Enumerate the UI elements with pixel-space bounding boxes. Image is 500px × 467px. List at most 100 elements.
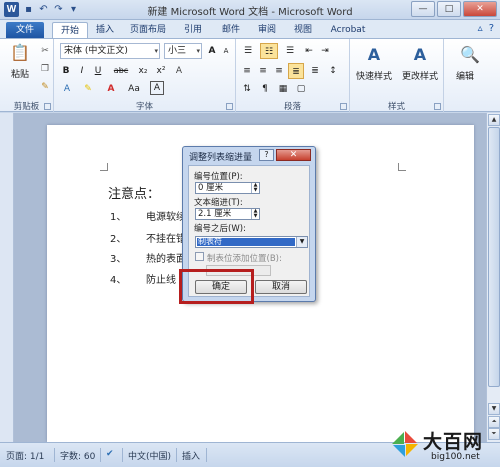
list-item-text: 防止线 — [146, 275, 176, 286]
tab-references[interactable]: 引用 — [178, 22, 208, 38]
scroll-down-icon[interactable]: ▼ — [488, 403, 500, 415]
change-case-button[interactable]: Aa — [126, 81, 142, 97]
crop-mark — [100, 163, 108, 171]
chevron-down-icon: ▾ — [154, 47, 158, 55]
close-button[interactable]: ✕ — [463, 1, 497, 17]
italic-button[interactable]: I — [76, 63, 88, 79]
cut-icon[interactable]: ✂ — [38, 43, 52, 59]
ribbon-controls: ▵ ? — [478, 23, 494, 34]
vertical-scrollbar[interactable]: ▲ ▼ ⏶ ⏷ — [486, 113, 500, 442]
multilevel-list-icon[interactable]: ☰ — [282, 43, 298, 59]
font-launcher-icon[interactable] — [226, 103, 233, 110]
minimize-ribbon-icon[interactable]: ▵ — [478, 23, 483, 34]
dialog-title: 调整列表缩进量 — [189, 153, 253, 163]
word-count[interactable]: 字数: 60 — [60, 449, 95, 462]
justify-icon[interactable]: ≣ — [288, 63, 304, 79]
superscript-button[interactable]: x² — [154, 63, 168, 79]
bold-button[interactable]: B — [60, 63, 72, 79]
font-name-value: 宋体 (中文正文) — [64, 46, 128, 56]
change-styles-button[interactable]: 更改样式 — [396, 69, 444, 85]
tab-file[interactable]: 文件 — [6, 22, 44, 38]
increase-indent-icon[interactable]: ⇥ — [318, 43, 332, 59]
chevron-down-icon[interactable]: ▼ — [296, 237, 307, 247]
tab-mailings[interactable]: 邮件 — [216, 22, 246, 38]
spin-arrows-icon[interactable]: ▲ ▼ — [251, 209, 259, 219]
follow-number-select[interactable]: 制表符 ▼ — [195, 236, 308, 248]
ok-button-highlight — [179, 269, 254, 304]
tab-insert[interactable]: 插入 — [90, 22, 120, 38]
ribbon-tabs: 文件 开始 插入 页面布局 引用 邮件 审阅 视图 Acrobat ▵ ? — [0, 20, 500, 38]
copy-icon[interactable]: ❐ — [38, 61, 52, 77]
language-indicator[interactable]: 中文(中国) — [128, 449, 171, 462]
scroll-thumb[interactable] — [488, 127, 500, 387]
tab-review[interactable]: 审阅 — [252, 22, 282, 38]
borders-icon[interactable]: ▢ — [294, 81, 308, 97]
tab-view[interactable]: 视图 — [288, 22, 318, 38]
find-icon[interactable]: 🔍 — [458, 43, 482, 67]
underline-button[interactable]: U — [92, 63, 104, 79]
minimize-button[interactable]: — — [411, 1, 435, 17]
bullets-icon[interactable]: ☰ — [240, 43, 256, 59]
align-left-icon[interactable]: ≡ — [240, 63, 254, 79]
paste-button[interactable]: 粘贴 — [4, 67, 36, 83]
format-painter-icon[interactable]: ✎ — [38, 79, 52, 95]
shrink-font-icon[interactable]: A — [220, 43, 232, 59]
divider — [54, 448, 55, 462]
change-styles-icon[interactable]: A — [408, 43, 432, 67]
char-border-button[interactable]: A — [150, 81, 164, 95]
highlight-icon[interactable]: ✎ — [80, 81, 96, 97]
dialog-help-button[interactable]: ? — [259, 149, 274, 161]
brand-logo-icon — [392, 431, 418, 457]
distribute-icon[interactable]: ≣ — [308, 63, 322, 79]
window-controls: — □ ✕ — [411, 1, 497, 17]
tab-acrobat[interactable]: Acrobat — [326, 22, 370, 38]
insert-mode-indicator[interactable]: 插入 — [182, 449, 200, 462]
dialog-close-button[interactable]: ✕ — [276, 149, 311, 161]
font-color-button[interactable]: A — [104, 81, 118, 97]
show-marks-icon[interactable]: ¶ — [258, 81, 272, 97]
text-indent-input[interactable]: 2.1 厘米 ▲ ▼ — [195, 208, 260, 220]
clipboard-launcher-icon[interactable] — [44, 103, 51, 110]
number-position-input[interactable]: 0 厘米 ▲ ▼ — [195, 182, 260, 194]
help-icon[interactable]: ? — [489, 23, 494, 34]
ribbon: 📋 粘贴 ✂ ❐ ✎ 剪贴板 宋体 (中文正文) ▾ 小三 ▾ A A B I … — [0, 38, 500, 113]
styles-launcher-icon[interactable] — [434, 103, 441, 110]
subscript-button[interactable]: x₂ — [136, 63, 150, 79]
numbering-icon[interactable]: ☷ — [260, 43, 278, 59]
editing-button[interactable]: 编辑 — [448, 69, 482, 85]
watermark-brand: 大百网 — [423, 431, 484, 453]
quick-styles-icon[interactable]: A — [362, 43, 386, 67]
quick-styles-button[interactable]: 快速样式 — [350, 69, 398, 85]
font-size-select[interactable]: 小三 ▾ — [164, 43, 202, 59]
tab-home[interactable]: 开始 — [52, 22, 88, 38]
list-item-number: 1、 — [110, 212, 127, 223]
follow-number-value: 制表符 — [197, 238, 295, 246]
maximize-button[interactable]: □ — [437, 1, 461, 17]
cancel-button[interactable]: 取消 — [255, 280, 307, 294]
align-right-icon[interactable]: ≡ — [272, 63, 286, 79]
align-center-icon[interactable]: ≡ — [256, 63, 270, 79]
grow-font-icon[interactable]: A — [206, 43, 218, 59]
add-tab-stop-label: 制表位添加位置(B): — [207, 254, 282, 264]
vertical-ruler — [0, 113, 14, 442]
page-count[interactable]: 页面: 1/1 — [6, 449, 44, 462]
proofing-icon[interactable]: ✔ — [106, 449, 114, 459]
clipboard-group: 📋 粘贴 ✂ ❐ ✎ 剪贴板 — [0, 39, 54, 113]
font-name-select[interactable]: 宋体 (中文正文) ▾ — [60, 43, 160, 59]
scroll-up-icon[interactable]: ▲ — [488, 114, 500, 126]
sort-icon[interactable]: ⇅ — [240, 81, 254, 97]
strikethrough-button[interactable]: abc — [110, 63, 132, 79]
add-tab-stop-checkbox[interactable] — [195, 252, 204, 261]
paragraph-launcher-icon[interactable] — [340, 103, 347, 110]
clear-format-icon[interactable]: A — [172, 63, 186, 79]
tab-page-layout[interactable]: 页面布局 — [124, 22, 172, 38]
spin-arrows-icon[interactable]: ▲ ▼ — [251, 183, 259, 193]
follow-number-label: 编号之后(W): — [194, 224, 246, 234]
line-spacing-icon[interactable]: ↕ — [326, 63, 340, 79]
paste-icon[interactable]: 📋 — [8, 41, 32, 65]
shading-icon[interactable]: ▦ — [276, 81, 290, 97]
list-item-number: 3、 — [110, 254, 127, 265]
font-group: 宋体 (中文正文) ▾ 小三 ▾ A A B I U abc x₂ x² A A… — [54, 39, 236, 113]
text-effects-button[interactable]: A — [60, 81, 74, 97]
decrease-indent-icon[interactable]: ⇤ — [302, 43, 316, 59]
